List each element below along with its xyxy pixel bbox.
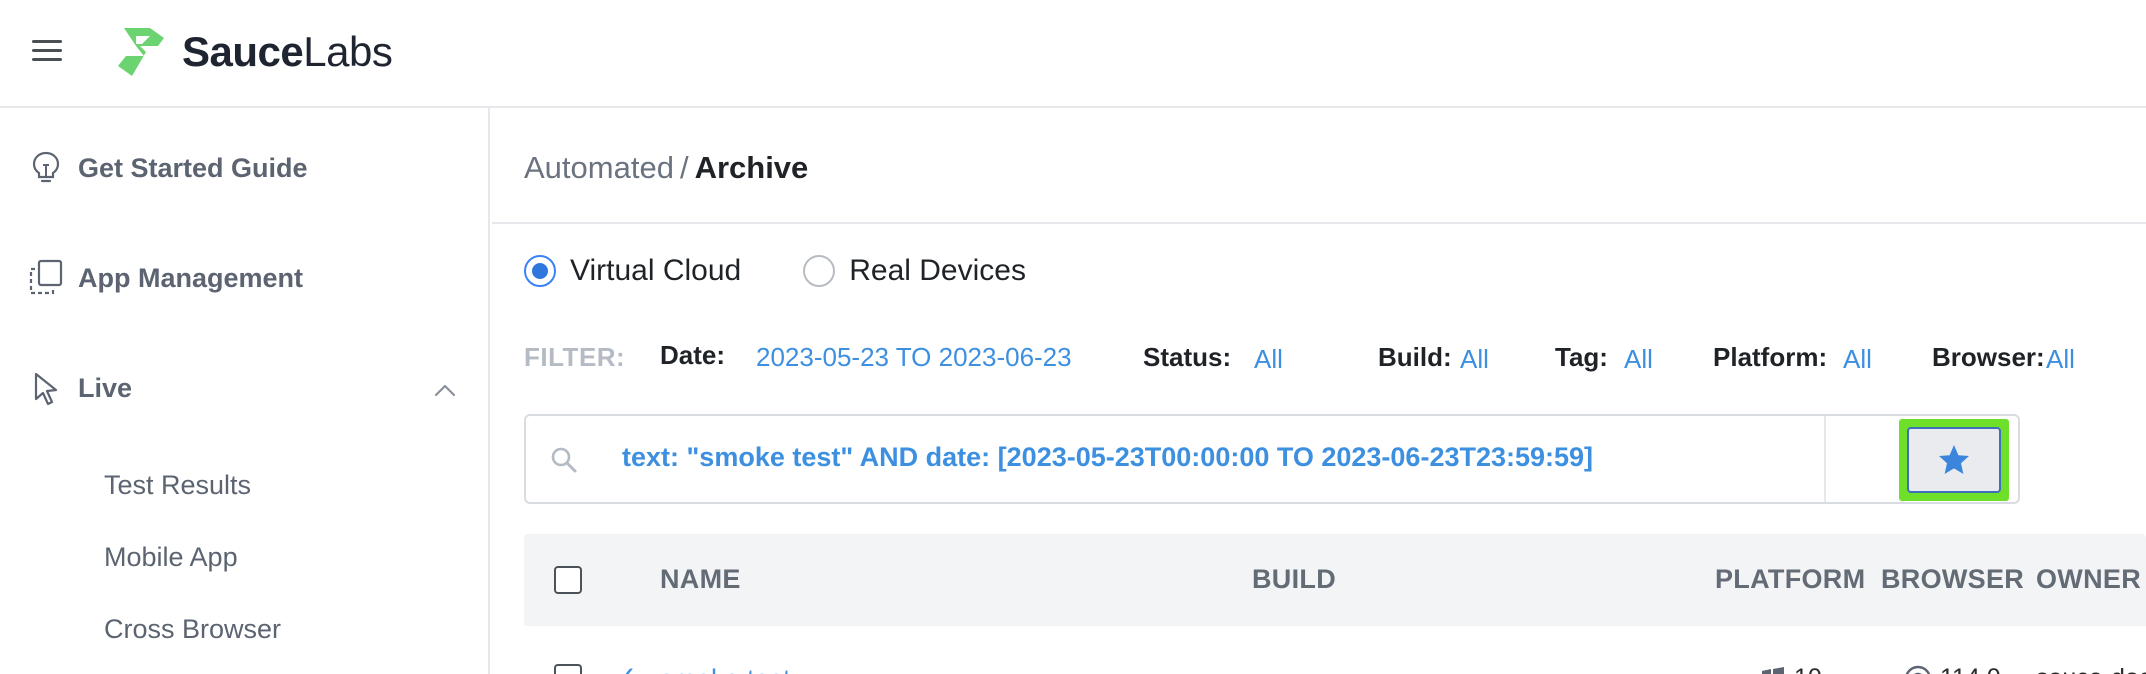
column-header-browser[interactable]: BROWSER bbox=[1881, 564, 2024, 595]
column-header-name[interactable]: NAME bbox=[660, 564, 741, 595]
radio-real-devices[interactable]: Real Devices bbox=[803, 254, 1026, 288]
radio-label: Virtual Cloud bbox=[570, 254, 742, 287]
search-icon bbox=[551, 447, 577, 473]
platform-version: 10 bbox=[1794, 664, 1822, 674]
sidebar-subitem-mobile-app[interactable]: Mobile App bbox=[104, 542, 238, 573]
logo-text: SauceLabs bbox=[182, 28, 393, 76]
radio-unselected-icon bbox=[803, 255, 836, 287]
row-browser: 114.0 bbox=[1904, 664, 2001, 674]
star-icon bbox=[1939, 445, 1969, 474]
table-header: NAME BUILD PLATFORM BROWSER OWNER bbox=[524, 534, 2146, 626]
test-name-link[interactable]: smoke test bbox=[660, 664, 791, 674]
sidebar-item-label: App Management bbox=[78, 262, 304, 293]
filter-platform-label: Platform: bbox=[1713, 342, 1828, 372]
filter-status-label: Status: bbox=[1143, 342, 1232, 372]
row-checkbox[interactable] bbox=[554, 664, 582, 674]
search-query-text[interactable]: text: "smoke test" AND date: [2023-05-23… bbox=[622, 442, 1593, 473]
row-owner: sauce-docs-u bbox=[2036, 664, 2146, 674]
filter-browser-label: Browser: bbox=[1932, 342, 2045, 372]
sidebar: Get Started Guide App Management Live Te… bbox=[0, 108, 490, 674]
sidebar-item-label: Get Started Guide bbox=[78, 152, 308, 183]
select-all-checkbox[interactable] bbox=[554, 566, 582, 594]
radio-label: Real Devices bbox=[849, 254, 1026, 287]
search-query-box[interactable]: text: "smoke test" AND date: [2023-05-23… bbox=[524, 414, 2020, 504]
breadcrumb: Automated / Archive bbox=[524, 150, 808, 186]
filter-date-label: Date: bbox=[660, 340, 726, 370]
breadcrumb-separator: / bbox=[679, 150, 689, 185]
table-row[interactable]: ✓ smoke test 10 114.0 sauce-docs-u bbox=[524, 626, 2146, 674]
saucelabs-logo[interactable]: SauceLabs bbox=[110, 22, 393, 82]
main-content: Automated / Archive Virtual Cloud Real Dev… bbox=[492, 108, 2146, 674]
header-divider bbox=[492, 222, 2146, 224]
breadcrumb-archive: Archive bbox=[694, 150, 809, 185]
search-divider-right bbox=[1824, 416, 1826, 502]
top-header: SauceLabs bbox=[0, 0, 2146, 108]
lightbulb-icon bbox=[26, 148, 66, 188]
browser-version: 114.0 bbox=[1940, 664, 2001, 674]
sidebar-item-live[interactable]: Live bbox=[26, 366, 132, 410]
sidebar-subitem-test-results[interactable]: Test Results bbox=[104, 470, 251, 501]
search-divider-left bbox=[596, 416, 598, 502]
column-header-platform[interactable]: PLATFORM bbox=[1715, 564, 1865, 595]
column-header-build[interactable]: BUILD bbox=[1252, 564, 1336, 595]
chevron-up-icon[interactable] bbox=[432, 378, 458, 404]
filter-tag-label: Tag: bbox=[1555, 342, 1608, 372]
windows-icon bbox=[1762, 666, 1784, 674]
saucelabs-bolt-icon bbox=[118, 28, 164, 76]
sidebar-item-label: Live bbox=[78, 372, 133, 403]
hamburger-menu-icon[interactable] bbox=[32, 38, 64, 64]
filter-status-value[interactable]: All bbox=[1254, 344, 1283, 375]
column-header-owner[interactable]: OWNER bbox=[2036, 564, 2141, 595]
checkmark-icon: ✓ bbox=[614, 660, 637, 674]
radio-virtual-cloud[interactable]: Virtual Cloud bbox=[524, 254, 741, 288]
logo-text-light: Labs bbox=[303, 28, 393, 75]
save-search-highlight bbox=[1899, 419, 2009, 501]
sidebar-item-get-started-guide[interactable]: Get Started Guide bbox=[26, 146, 308, 190]
app-stack-icon bbox=[26, 258, 66, 298]
filter-date-value[interactable]: 2023-05-23 TO 2023-06-23 bbox=[756, 342, 1072, 373]
chrome-icon bbox=[1905, 665, 1931, 674]
breadcrumb-automated[interactable]: Automated bbox=[524, 150, 674, 185]
row-platform: 10 bbox=[1760, 664, 1822, 674]
filter-browser-value[interactable]: All bbox=[2046, 344, 2075, 375]
device-type-radio-group: Virtual Cloud Real Devices bbox=[524, 254, 1088, 288]
sidebar-subitem-cross-browser[interactable]: Cross Browser bbox=[104, 614, 281, 645]
filter-title: FILTER: bbox=[524, 342, 626, 372]
logo-text-bold: Sauce bbox=[182, 28, 304, 75]
filter-build-value[interactable]: All bbox=[1460, 344, 1489, 375]
radio-selected-icon bbox=[524, 255, 556, 287]
filter-tag-value[interactable]: All bbox=[1624, 344, 1653, 375]
sidebar-item-app-management[interactable]: App Management bbox=[26, 256, 303, 300]
filter-bar: FILTER: Date: 2023-05-23 TO 2023-06-23 S… bbox=[524, 336, 2144, 380]
filter-platform-value[interactable]: All bbox=[1843, 344, 1872, 375]
save-search-button[interactable] bbox=[1907, 427, 2001, 493]
filter-build-label: Build: bbox=[1378, 342, 1452, 372]
cursor-pointer-icon bbox=[26, 368, 66, 408]
